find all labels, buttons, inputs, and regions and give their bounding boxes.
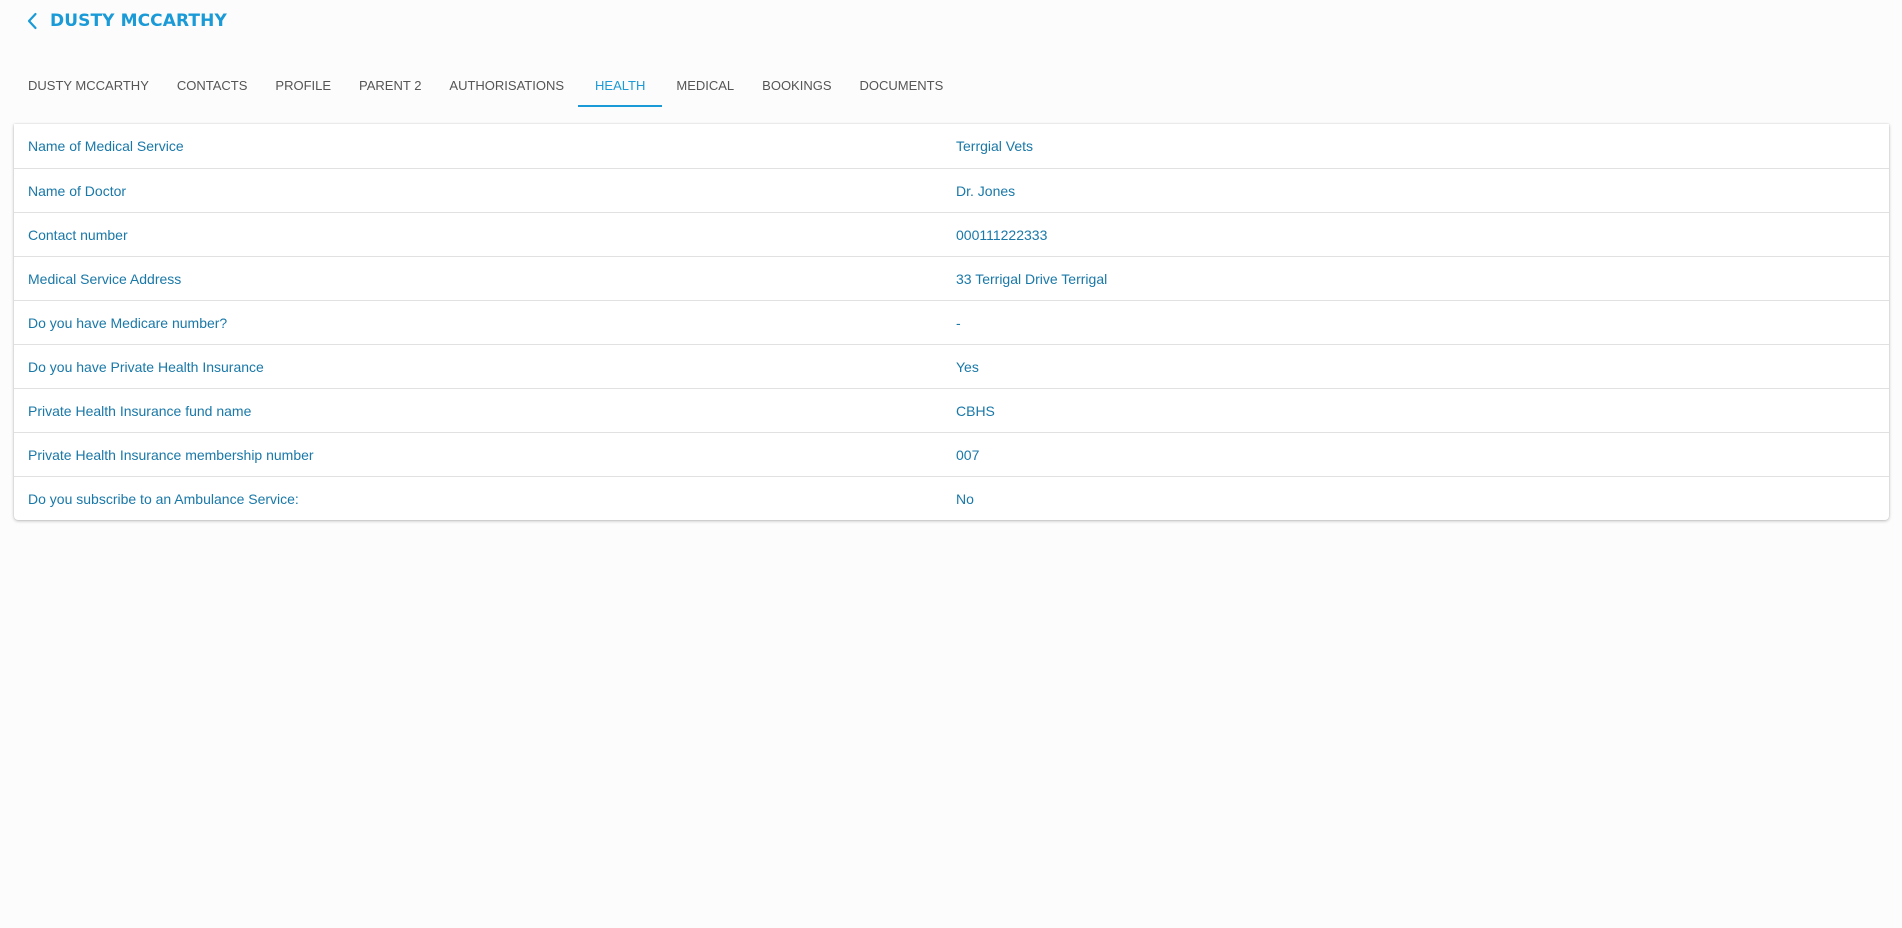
detail-row-fund-name: Private Health Insurance fund name CBHS <box>14 388 1889 432</box>
detail-value: - <box>956 314 961 331</box>
detail-label: Name of Medical Service <box>28 138 184 154</box>
page-header: DUSTY MCCARTHY <box>24 8 227 34</box>
tab-profile[interactable]: PROFILE <box>261 70 345 108</box>
detail-row-service-address: Medical Service Address 33 Terrigal Driv… <box>14 256 1889 300</box>
tab-bar: DUSTY MCCARTHY CONTACTS PROFILE PARENT 2… <box>14 70 957 108</box>
tab-dusty-mccarthy[interactable]: DUSTY MCCARTHY <box>14 70 163 108</box>
back-button[interactable] <box>24 8 40 34</box>
health-details-card: Name of Medical Service Terrgial Vets Na… <box>14 124 1889 520</box>
detail-row-ambulance: Do you subscribe to an Ambulance Service… <box>14 476 1889 520</box>
detail-label: Name of Doctor <box>28 182 127 199</box>
detail-value: Terrgial Vets <box>956 138 1034 154</box>
tab-parent-2[interactable]: PARENT 2 <box>345 70 435 108</box>
detail-label: Do you have Medicare number? <box>28 314 228 331</box>
detail-label: Private Health Insurance fund name <box>28 402 252 419</box>
tab-medical[interactable]: MEDICAL <box>662 70 748 108</box>
detail-label: Do you have Private Health Insurance <box>28 358 264 375</box>
detail-value: 33 Terrigal Drive Terrigal <box>956 270 1108 287</box>
detail-row-private-insurance: Do you have Private Health Insurance Yes <box>14 344 1889 388</box>
detail-value: CBHS <box>956 402 995 419</box>
detail-row-medical-service: Name of Medical Service Terrgial Vets <box>14 124 1889 168</box>
detail-label: Private Health Insurance membership numb… <box>28 446 314 463</box>
tab-health[interactable]: HEALTH <box>578 70 663 108</box>
tab-authorisations[interactable]: AUTHORISATIONS <box>435 70 578 108</box>
chevron-left-icon <box>27 12 37 30</box>
detail-value: Dr. Jones <box>956 182 1016 199</box>
tab-bookings[interactable]: BOOKINGS <box>748 70 845 108</box>
detail-row-medicare: Do you have Medicare number? - <box>14 300 1889 344</box>
detail-value: Yes <box>956 358 979 375</box>
detail-value: 007 <box>956 446 980 463</box>
detail-row-contact-number: Contact number 000111222333 <box>14 212 1889 256</box>
page-title: DUSTY MCCARTHY <box>50 11 227 31</box>
detail-label: Contact number <box>28 226 128 243</box>
detail-label: Medical Service Address <box>28 270 182 287</box>
detail-row-doctor: Name of Doctor Dr. Jones <box>14 168 1889 212</box>
detail-value: No <box>956 490 974 507</box>
detail-label: Do you subscribe to an Ambulance Service… <box>28 490 299 507</box>
tab-documents[interactable]: DOCUMENTS <box>846 70 958 108</box>
detail-row-membership-number: Private Health Insurance membership numb… <box>14 432 1889 476</box>
detail-value: 000111222333 <box>956 226 1048 243</box>
tab-contacts[interactable]: CONTACTS <box>163 70 262 108</box>
